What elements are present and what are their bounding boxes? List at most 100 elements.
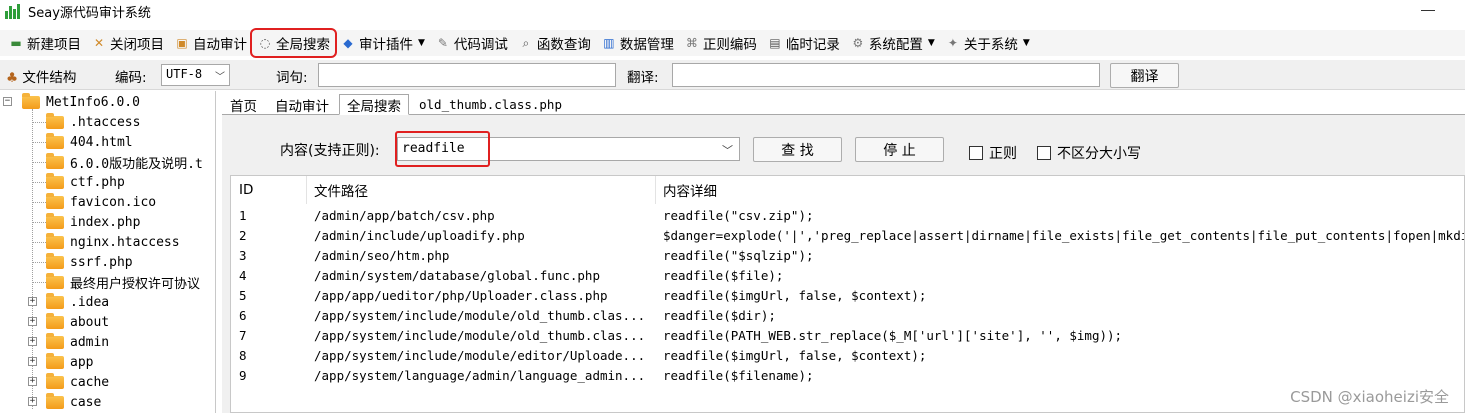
results-list[interactable]: ID 文件路径 内容详细 1/admin/app/batch/csv.php re… <box>230 175 1465 413</box>
menu-item-label: 自动审计 <box>193 37 247 53</box>
tree-folder-item[interactable]: admin <box>46 332 109 352</box>
tree-item-label: app <box>70 354 94 370</box>
tree-folder-item[interactable]: case <box>46 392 101 412</box>
tree-item-label: .htaccess <box>70 114 141 130</box>
highlight-box-search <box>395 131 490 167</box>
title-bar: Seay源代码审计系统 <box>0 0 1465 22</box>
file-structure-label[interactable]: ♣ 文件结构 <box>6 66 76 86</box>
tree-guide-line <box>32 122 46 123</box>
column-header-detail[interactable]: 内容详细 <box>663 176 717 204</box>
tree-folder-item[interactable]: app <box>46 352 93 372</box>
menu-item-label: 审计插件 <box>359 37 413 53</box>
tree-file-item[interactable]: 404.html <box>46 132 133 152</box>
tree-file-item[interactable]: index.php <box>46 212 140 232</box>
watermark: CSDN @xiaoheizi安全 <box>1290 388 1449 406</box>
tree-guide-line <box>32 262 46 263</box>
table-row[interactable]: 2/admin/include/uploadify.php $danger=exp… <box>231 226 1464 246</box>
tab-3[interactable]: old_thumb.class.php <box>411 94 570 115</box>
menu-item-function-query[interactable]: ⌕ 函数查询 <box>514 31 595 55</box>
cell-path: /app/system/include/module/old_thumb.cla… <box>314 308 646 323</box>
tree-guide-line <box>32 242 46 243</box>
tree-guide-line <box>32 142 46 143</box>
menu-item-regex-encode[interactable]: ⌘ 正则编码 <box>680 31 761 55</box>
table-row[interactable]: 6/app/system/include/module/old_thumb.cl… <box>231 306 1464 326</box>
temp-record-icon: ▤ <box>769 36 781 50</box>
tree-folder-item[interactable]: about <box>46 312 109 332</box>
encoding-label: 编码: <box>115 70 147 86</box>
expand-icon[interactable]: + <box>28 317 37 326</box>
word-input[interactable] <box>318 63 616 87</box>
menu-item-audit-plugin[interactable]: ◆ 审计插件 ▼ <box>336 31 429 55</box>
menu-item-new-project[interactable]: ▬ 新建项目 <box>4 31 85 55</box>
tree-item-label: 最终用户授权许可协议 <box>70 276 201 292</box>
tree-guide-line <box>32 282 46 283</box>
menu-item-data-manage[interactable]: ▥ 数据管理 <box>597 31 678 55</box>
tree-item-label: favicon.ico <box>70 194 157 210</box>
menu-item-label: 代码调试 <box>453 37 508 53</box>
expand-icon[interactable]: + <box>28 377 37 386</box>
content-label: 内容(支持正则): <box>280 143 380 159</box>
menu-item-about[interactable]: ✦ 关于系统 ▼ <box>941 31 1034 55</box>
translate-label: 翻译: <box>627 70 659 86</box>
table-row[interactable]: 5/app/app/ueditor/php/Uploader.class.php… <box>231 286 1464 306</box>
table-row[interactable]: 8/app/system/include/module/editor/Uploa… <box>231 346 1464 366</box>
tab-0[interactable]: 首页 <box>222 94 265 115</box>
tree-folder-item[interactable]: cache <box>46 372 109 392</box>
translate-button[interactable]: 翻译 <box>1110 63 1179 88</box>
table-row[interactable]: 3/admin/seo/htm.php readfile("$sqlzip"); <box>231 246 1464 266</box>
tree-file-item[interactable]: nginx.htaccess <box>46 232 180 252</box>
tree-file-item[interactable]: favicon.ico <box>46 192 156 212</box>
tree-file-item[interactable]: 最终用户授权许可协议 <box>46 272 200 292</box>
table-row[interactable]: 1/admin/app/batch/csv.php readfile("csv.z… <box>231 206 1464 226</box>
menu-item-global-search[interactable]: ◌ 全局搜索 <box>250 28 337 58</box>
table-row[interactable]: 9/app/system/language/admin/language_adm… <box>231 366 1464 386</box>
find-button[interactable]: 查 找 <box>753 137 842 162</box>
file-tree[interactable]: − MetInfo6.0.0 .htaccess 404.html 6.0.0版功能及说… <box>0 91 216 413</box>
stop-button[interactable]: 停 止 <box>855 137 944 162</box>
tree-item-label: cache <box>70 374 110 390</box>
tree-guide-line <box>32 222 46 223</box>
table-row[interactable]: 7/app/system/include/module/old_thumb.cl… <box>231 326 1464 346</box>
expand-icon[interactable]: + <box>28 357 37 366</box>
column-header-id[interactable]: ID <box>239 176 253 204</box>
tree-file-item[interactable]: .htaccess <box>46 112 140 132</box>
tree-file-item[interactable]: ssrf.php <box>46 252 133 272</box>
folder-icon <box>46 292 64 309</box>
new-project-icon: ▬ <box>10 36 22 50</box>
encoding-select[interactable]: UTF-8 ﹀ <box>161 64 230 86</box>
menu-item-auto-audit[interactable]: ▣ 自动审计 <box>170 31 251 55</box>
case-insensitive-checkbox[interactable]: 不区分大小写 <box>1037 143 1141 163</box>
regex-checkbox[interactable]: 正则 <box>969 143 1017 163</box>
translate-input[interactable] <box>672 63 1100 87</box>
cell-id: 2 <box>239 228 247 243</box>
tab-2[interactable]: 全局搜索 <box>339 94 409 115</box>
folder-icon <box>46 332 64 349</box>
expand-icon[interactable]: + <box>28 337 37 346</box>
close-project-icon: ✕ <box>93 36 105 50</box>
tab-1[interactable]: 自动审计 <box>267 94 337 115</box>
column-header-path[interactable]: 文件路径 <box>314 176 368 204</box>
tree-root[interactable]: MetInfo6.0.0 <box>22 92 140 112</box>
menu-item-close-project[interactable]: ✕ 关闭项目 <box>87 31 168 55</box>
expand-icon[interactable]: + <box>28 397 37 406</box>
file-icon <box>46 152 64 169</box>
menu-item-label: 正则编码 <box>702 37 757 53</box>
column-separator <box>655 176 656 204</box>
menu-item-gear[interactable]: ⚙ 系统配置 ▼ <box>846 31 939 55</box>
file-icon <box>46 132 64 149</box>
cell-id: 1 <box>239 208 247 223</box>
tree-folder-item[interactable]: .idea <box>46 292 109 312</box>
folder-icon <box>46 392 64 409</box>
menu-item-label: 关于系统 <box>963 37 1018 53</box>
menu-item-temp-record[interactable]: ▤ 临时记录 <box>763 31 844 55</box>
cell-id: 3 <box>239 248 247 263</box>
tree-file-item[interactable]: 6.0.0版功能及说明.t <box>46 152 203 172</box>
expand-icon[interactable]: + <box>28 297 37 306</box>
menu-item-code-debug[interactable]: ✎ 代码调试 <box>431 31 512 55</box>
collapse-icon[interactable]: − <box>3 97 12 106</box>
minimize-button[interactable] <box>1421 10 1435 11</box>
cell-detail: readfile($imgUrl, false, $context); <box>663 288 927 303</box>
table-row[interactable]: 4/admin/system/database/global.func.php r… <box>231 266 1464 286</box>
tree-file-item[interactable]: ctf.php <box>46 172 125 192</box>
dropdown-caret-icon: ▼ <box>1022 38 1030 48</box>
